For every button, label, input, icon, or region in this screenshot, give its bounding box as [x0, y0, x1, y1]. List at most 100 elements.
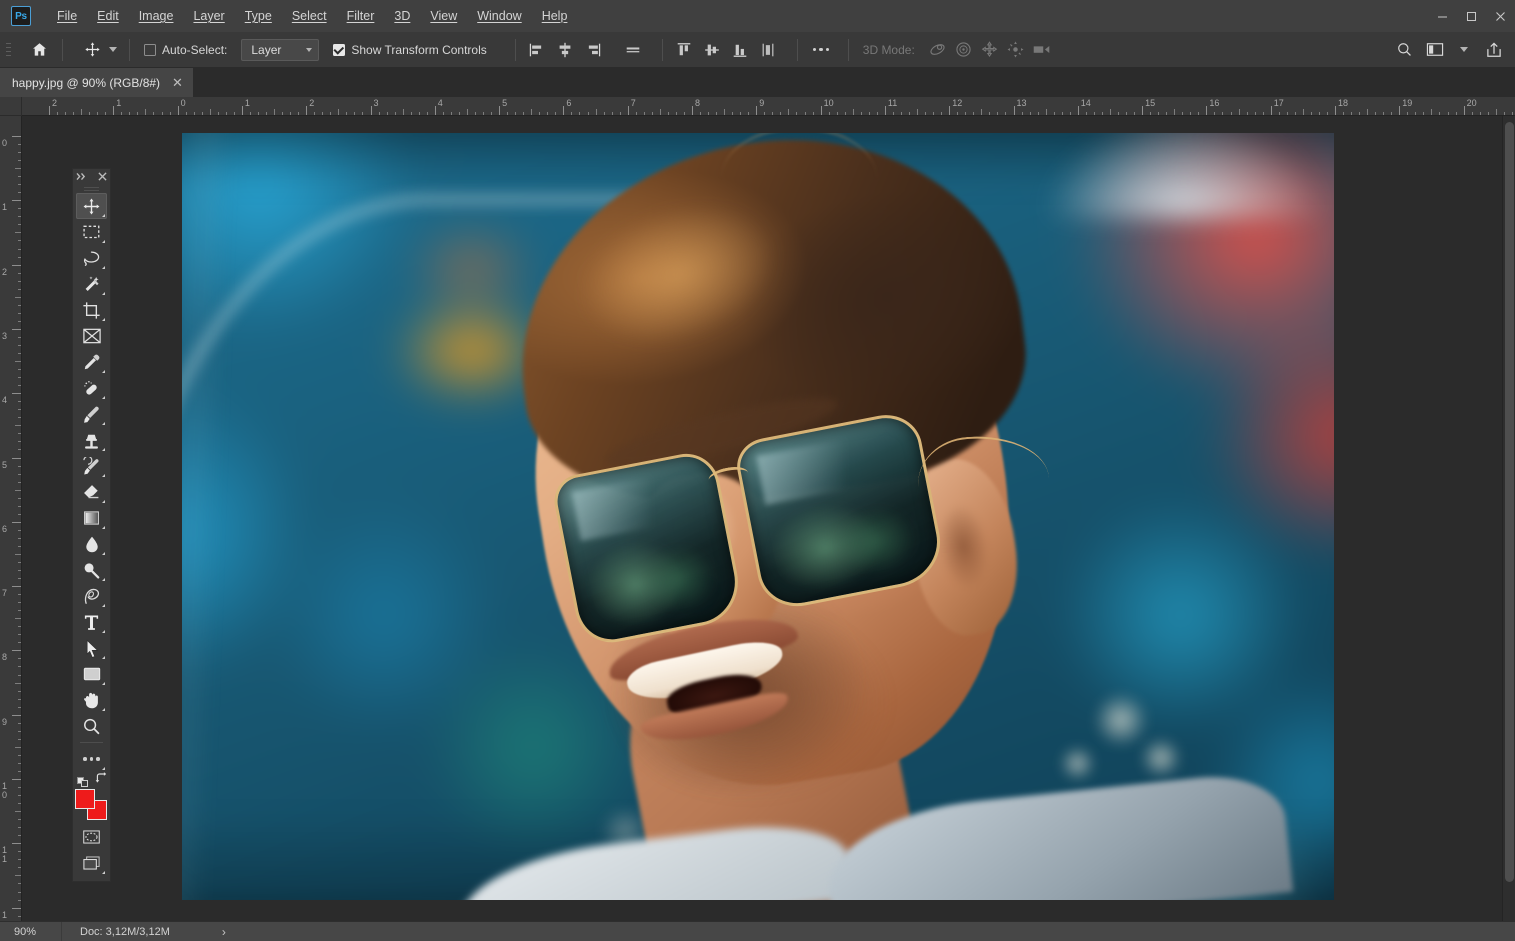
tool-history-brush[interactable] — [76, 453, 107, 479]
menu-select[interactable]: Select — [282, 0, 337, 32]
align-right-edges-icon[interactable] — [580, 37, 606, 63]
tool-move[interactable] — [76, 193, 107, 219]
tool-eyedropper[interactable] — [76, 349, 107, 375]
menu-file[interactable]: File — [47, 0, 87, 32]
ruler-minor-tick — [18, 674, 21, 676]
align-vertical-centers-icon[interactable] — [699, 37, 725, 63]
align-bottom-edges-icon[interactable] — [727, 37, 753, 63]
active-tool-chip[interactable] — [75, 37, 121, 63]
ruler-minor-tick — [193, 112, 195, 115]
tool-zoom[interactable] — [76, 713, 107, 739]
auto-select-control[interactable]: Auto-Select: — [138, 37, 233, 63]
tool-hand[interactable] — [76, 687, 107, 713]
photoshop-window: Ps File Edit Image Layer Type Select Fil… — [0, 0, 1515, 941]
canvas-workspace[interactable] — [22, 116, 1515, 921]
options-bar-grip[interactable] — [3, 38, 14, 62]
more-options-icon[interactable] — [806, 37, 836, 63]
distribute-horizontally-icon[interactable] — [620, 37, 646, 63]
close-icon[interactable] — [1486, 0, 1515, 32]
ruler-minor-tick — [161, 112, 163, 115]
share-icon[interactable] — [1479, 37, 1509, 63]
ruler-minor-tick — [15, 553, 21, 555]
ruler-minor-tick — [18, 176, 21, 178]
tools-panel — [72, 168, 111, 882]
menu-file-label: File — [57, 9, 78, 23]
menu-help-label: Help — [541, 9, 568, 23]
tool-submenu-indicator — [102, 214, 105, 217]
workspace-layout-icon[interactable] — [1421, 37, 1449, 63]
ruler-minor-tick — [18, 642, 21, 644]
tool-frame[interactable] — [76, 323, 107, 349]
menu-edit[interactable]: Edit — [87, 0, 129, 32]
color-swatches — [74, 789, 109, 821]
menu-filter[interactable]: Filter — [337, 0, 385, 32]
collapse-panel-icon[interactable] — [76, 172, 87, 181]
tool-gradient[interactable] — [76, 505, 107, 531]
horizontal-ruler[interactable]: 2 1 0 1 2 3 4 5 6 7 8 9 10 11 12 13 14 15 16 17 18 19 20 — [22, 97, 1515, 116]
tool-dodge[interactable] — [76, 557, 107, 583]
vertical-ruler[interactable]: 0 1 2 3 4 5 6 7 8 9 1 0 1 1 1 — [0, 116, 22, 921]
distribute-vertically-icon[interactable] — [755, 37, 781, 63]
menu-window[interactable]: Window — [467, 0, 531, 32]
tools-panel-header — [73, 169, 110, 184]
align-horizontal-centers-icon[interactable] — [552, 37, 578, 63]
document-info[interactable]: Doc: 3,12M/3,12M › — [62, 925, 226, 939]
menu-3d-label: 3D — [394, 9, 411, 23]
minimize-icon[interactable] — [1428, 0, 1457, 32]
default-colors-icon[interactable] — [76, 773, 90, 787]
foreground-color-swatch[interactable] — [74, 789, 95, 809]
right-lens — [732, 408, 949, 614]
tool-pen[interactable] — [76, 583, 107, 609]
ruler-minor-tick — [507, 112, 509, 115]
image-canvas[interactable] — [182, 133, 1334, 900]
menu-view[interactable]: View — [420, 0, 467, 32]
close-icon[interactable]: ✕ — [170, 76, 185, 89]
tool-spot-healing-brush[interactable] — [76, 375, 107, 401]
maximize-icon[interactable] — [1457, 0, 1486, 32]
ruler-minor-tick — [330, 112, 332, 115]
zoom-level-field[interactable]: 90% — [0, 921, 62, 941]
ruler-minor-tick — [18, 529, 21, 531]
tool-lasso[interactable] — [76, 245, 107, 271]
tool-path-selection[interactable] — [76, 635, 107, 661]
tool-horizontal-type[interactable] — [76, 609, 107, 635]
tool-eraser[interactable] — [76, 479, 107, 505]
menu-image[interactable]: Image — [129, 0, 184, 32]
show-transform-controls-control[interactable]: Show Transform Controls — [327, 37, 492, 63]
chevron-down-icon[interactable] — [109, 47, 117, 52]
tool-rectangular-marquee[interactable] — [76, 219, 107, 245]
ruler-minor-tick — [804, 112, 806, 115]
auto-select-checkbox[interactable] — [144, 43, 156, 56]
home-icon[interactable] — [24, 37, 54, 63]
search-icon[interactable] — [1389, 37, 1419, 63]
tool-crop[interactable] — [76, 297, 107, 323]
align-top-edges-icon[interactable] — [671, 37, 697, 63]
tool-object-selection[interactable] — [76, 271, 107, 297]
swap-colors-icon[interactable] — [95, 771, 108, 789]
menu-3d[interactable]: 3D — [384, 0, 420, 32]
align-left-edges-icon[interactable] — [524, 37, 550, 63]
vertical-scrollbar[interactable] — [1502, 116, 1515, 921]
tool-clone-stamp[interactable] — [76, 427, 107, 453]
close-panel-icon[interactable] — [98, 172, 107, 181]
ruler-origin-corner[interactable] — [0, 97, 22, 116]
menu-help[interactable]: Help — [532, 0, 578, 32]
pan-3d-object-icon — [977, 37, 1003, 63]
tool-rectangle[interactable] — [76, 661, 107, 687]
tool-edit-toolbar[interactable] — [76, 746, 107, 772]
quick-mask-mode-button[interactable] — [76, 824, 107, 850]
chevron-down-icon[interactable] — [1451, 37, 1477, 63]
menu-type[interactable]: Type — [235, 0, 282, 32]
tool-brush[interactable] — [76, 401, 107, 427]
scrollbar-thumb[interactable] — [1505, 122, 1514, 882]
auto-select-target-dropdown[interactable]: Layer — [241, 38, 320, 61]
tool-blur[interactable] — [76, 531, 107, 557]
show-transform-checkbox[interactable] — [333, 43, 346, 56]
screen-mode-button[interactable] — [76, 850, 107, 876]
document-tab[interactable]: happy.jpg @ 90% (RGB/8#) ✕ — [0, 68, 194, 97]
ruler-minor-tick — [1101, 112, 1103, 115]
tools-panel-grip[interactable] — [73, 184, 110, 193]
chevron-right-icon[interactable]: › — [222, 925, 226, 939]
menu-edit-label: Edit — [97, 9, 119, 23]
menu-layer[interactable]: Layer — [183, 0, 234, 32]
